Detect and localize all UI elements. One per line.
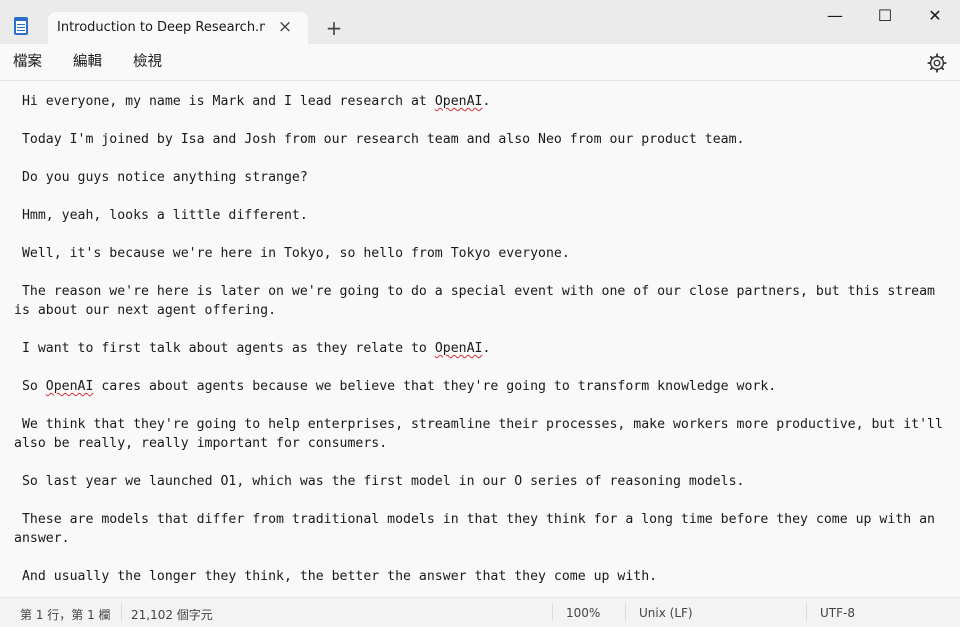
zoom-level[interactable]: 100%: [566, 606, 600, 620]
document-line: And usually the longer they think, the b…: [14, 567, 950, 586]
document-line: Hmm, yeah, looks a little different.: [14, 206, 950, 225]
line-text: Hi everyone, my name is Mark and I lead …: [21, 94, 435, 109]
document-line: These are models that differ from tradit…: [14, 510, 950, 548]
line-text: Do you guys notice anything strange?: [21, 170, 308, 185]
new-tab-button[interactable]: +: [320, 15, 348, 41]
character-count: 21,102 個字元: [131, 608, 213, 622]
close-window-button[interactable]: ✕: [912, 0, 958, 32]
document-line: So OpenAI cares about agents because we …: [14, 377, 950, 396]
minimize-button[interactable]: —: [812, 0, 858, 32]
status-divider: [552, 603, 553, 621]
menu-edit[interactable]: 編輯: [73, 51, 102, 73]
status-divider: [121, 603, 122, 621]
document-line: Do you guys notice anything strange?: [14, 168, 950, 187]
menu-file[interactable]: 檔案: [13, 51, 42, 73]
line-text: cares about agents because we believe th…: [93, 379, 777, 394]
document-text[interactable]: Hi everyone, my name is Mark and I lead …: [14, 92, 950, 597]
gear-icon[interactable]: [926, 52, 948, 74]
line-text: Today I'm joined by Isa and Josh from ou…: [21, 132, 745, 147]
menu-view[interactable]: 檢視: [133, 51, 162, 73]
line-text: The reason we're here is later on we're …: [14, 284, 943, 318]
document-line: I want to first talk about agents as the…: [14, 339, 950, 358]
menu-bar: 檔案 編輯 檢視: [0, 44, 960, 81]
maximize-button[interactable]: ☐: [862, 0, 908, 32]
tab-document[interactable]: Introduction to Deep Research.mp3.txt ×: [48, 12, 308, 44]
line-text: .: [482, 94, 491, 109]
document-line: So last year we launched O1, which was t…: [14, 472, 950, 491]
encoding[interactable]: UTF-8: [820, 606, 855, 620]
line-ending[interactable]: Unix (LF): [639, 606, 693, 620]
notepad-icon: [14, 17, 28, 35]
status-bar: 第 1 行，第 1 欄 21,102 個字元 100% Unix (LF) UT…: [0, 597, 960, 627]
line-text: Well, it's because we're here in Tokyo, …: [21, 246, 570, 261]
line-text: So: [21, 379, 46, 394]
line-text: And usually the longer they think, the b…: [21, 569, 658, 584]
status-divider: [806, 603, 807, 621]
document-line: Hi everyone, my name is Mark and I lead …: [14, 92, 950, 111]
tab-close-icon[interactable]: ×: [274, 16, 296, 38]
status-divider: [625, 603, 626, 621]
misspelled-word[interactable]: OpenAI: [46, 379, 94, 394]
line-text: I want to first talk about agents as the…: [21, 341, 435, 356]
tab-title: Introduction to Deep Research.mp3.txt: [57, 20, 265, 35]
line-text: Hmm, yeah, looks a little different.: [21, 208, 308, 223]
misspelled-word[interactable]: OpenAI: [435, 94, 483, 109]
document-line: Well, it's because we're here in Tokyo, …: [14, 244, 950, 263]
title-bar: Introduction to Deep Research.mp3.txt × …: [0, 0, 960, 44]
document-line: Today I'm joined by Isa and Josh from ou…: [14, 130, 950, 149]
document-line: We think that they're going to help ente…: [14, 415, 950, 453]
document-line: The reason we're here is later on we're …: [14, 282, 950, 320]
cursor-position: 第 1 行，第 1 欄: [20, 608, 111, 622]
misspelled-word[interactable]: OpenAI: [435, 341, 483, 356]
line-text: So last year we launched O1, which was t…: [21, 474, 745, 489]
text-editor[interactable]: Hi everyone, my name is Mark and I lead …: [0, 81, 960, 597]
line-text: .: [482, 341, 491, 356]
line-text: These are models that differ from tradit…: [14, 512, 943, 546]
line-text: We think that they're going to help ente…: [14, 417, 951, 451]
